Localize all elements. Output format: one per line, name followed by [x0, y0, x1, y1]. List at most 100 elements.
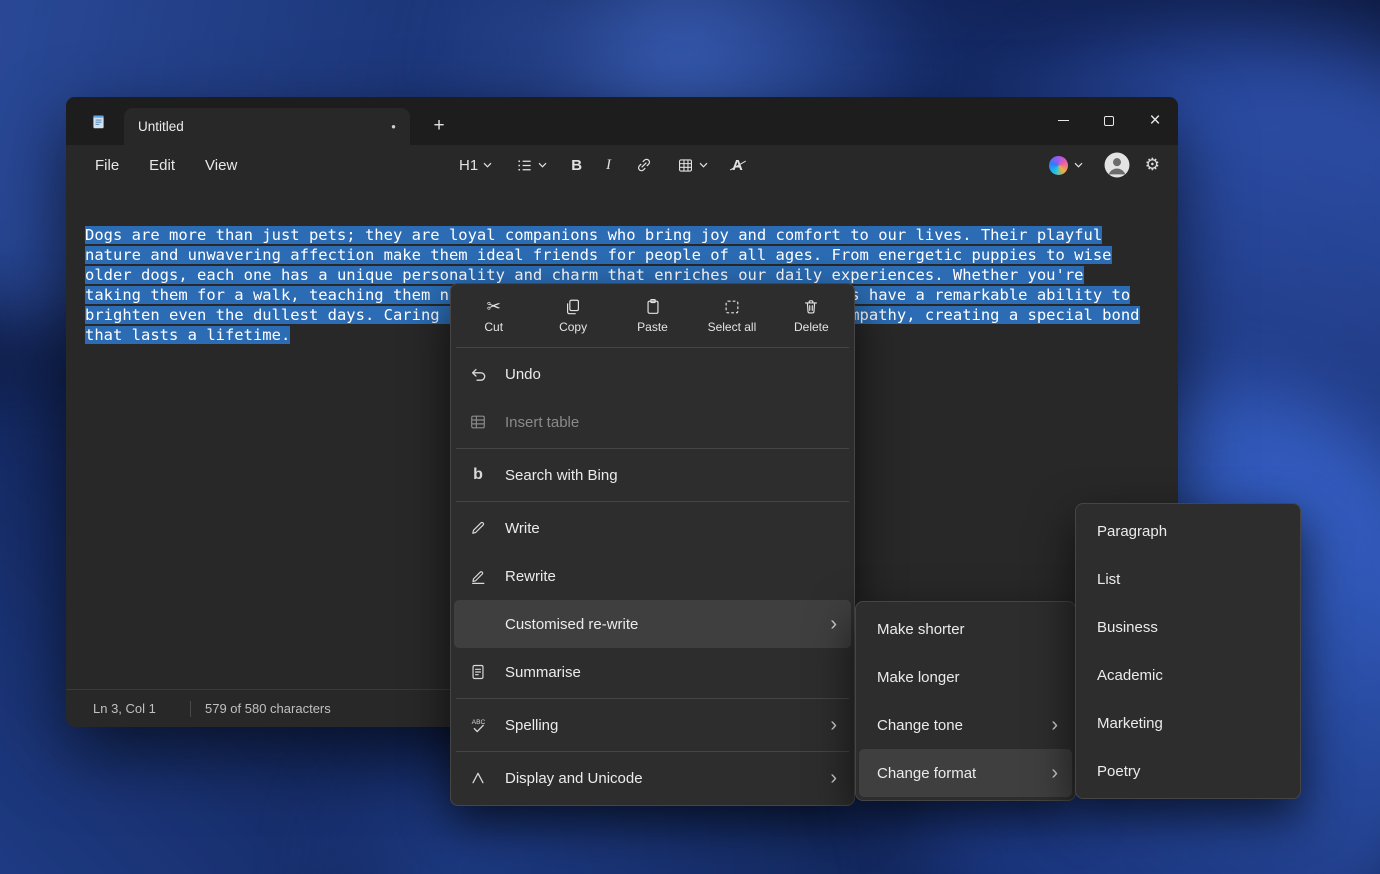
paste-button[interactable]: Paste: [613, 287, 692, 345]
bold-icon: B: [571, 157, 582, 174]
heading-label: H1: [459, 157, 478, 174]
menu-item-search-with-bing[interactable]: b Search with Bing: [454, 451, 851, 499]
chevron-down-icon: [483, 162, 492, 168]
list-style-button[interactable]: [510, 152, 553, 179]
menu-item-customised-rewrite[interactable]: Customised re-write ›: [454, 600, 851, 648]
status-divider: [190, 701, 191, 717]
insert-link-button[interactable]: [629, 151, 659, 179]
menu-divider: [456, 698, 849, 699]
tab-title: Untitled: [138, 119, 391, 134]
menu-item-list[interactable]: List: [1079, 555, 1297, 603]
format-submenu: Paragraph List Business Academic Marketi…: [1075, 503, 1301, 799]
table-icon: [468, 413, 488, 431]
menu-file[interactable]: File: [82, 151, 132, 180]
select-all-icon: [723, 298, 741, 316]
menu-item-academic[interactable]: Academic: [1079, 651, 1297, 699]
table-icon: [677, 157, 694, 174]
cut-button[interactable]: ✂ Cut: [454, 287, 533, 345]
menu-item-change-format[interactable]: Change format ›: [859, 749, 1072, 797]
minimize-icon: [1058, 120, 1069, 121]
italic-button[interactable]: I: [600, 152, 617, 179]
submenu-chevron-icon: ›: [1051, 715, 1058, 735]
menu-item-poetry[interactable]: Poetry: [1079, 747, 1297, 795]
tab-untitled[interactable]: Untitled ●: [124, 108, 410, 145]
insert-table-button[interactable]: [671, 152, 714, 179]
clear-formatting-icon: A: [732, 157, 743, 174]
editor-line: nature and unwavering affection make the…: [85, 245, 1178, 265]
maximize-icon: [1104, 116, 1114, 126]
toolbar-right: ⚙: [1043, 145, 1160, 185]
summary-page-icon: [468, 663, 488, 681]
heading-style-button[interactable]: H1: [453, 152, 498, 179]
rewrite-submenu: Make shorter Make longer Change tone › C…: [855, 601, 1076, 801]
close-icon: ×: [1149, 111, 1160, 130]
menu-item-make-shorter[interactable]: Make shorter: [859, 605, 1072, 653]
menu-item-spelling[interactable]: ABC Spelling ›: [454, 701, 851, 749]
toolbar: File Edit View H1 B: [66, 145, 1178, 185]
copilot-button[interactable]: [1043, 152, 1089, 179]
clear-formatting-button[interactable]: A: [726, 152, 749, 179]
menu-item-undo[interactable]: Undo: [454, 350, 851, 398]
menu-item-paragraph[interactable]: Paragraph: [1079, 507, 1297, 555]
context-menu: ✂ Cut Copy Paste: [450, 283, 855, 806]
menu-item-write[interactable]: Write: [454, 504, 851, 552]
bold-button[interactable]: B: [565, 152, 588, 179]
copy-icon: [564, 298, 582, 316]
menu-item-rewrite[interactable]: Rewrite: [454, 552, 851, 600]
chevron-down-icon: [1074, 162, 1083, 168]
submenu-chevron-icon: ›: [830, 715, 837, 735]
close-button[interactable]: ×: [1132, 97, 1178, 144]
menu-item-summarise[interactable]: Summarise: [454, 648, 851, 696]
minimize-button[interactable]: [1040, 97, 1086, 144]
chevron-down-icon: [699, 162, 708, 168]
formatting-toolbar: H1 B I: [453, 145, 749, 185]
menu-item-insert-table: Insert table: [454, 398, 851, 446]
menu-divider: [456, 347, 849, 348]
new-tab-button[interactable]: +: [424, 111, 454, 141]
cut-icon: ✂: [487, 298, 501, 316]
status-char-count: 579 of 580 characters: [205, 701, 443, 716]
account-button[interactable]: [1104, 152, 1130, 178]
copy-button[interactable]: Copy: [533, 287, 612, 345]
menu-divider: [456, 448, 849, 449]
chevron-down-icon: [538, 162, 547, 168]
copilot-icon: [1049, 156, 1068, 175]
notepad-app-icon: [90, 113, 107, 130]
submenu-chevron-icon: ›: [830, 768, 837, 788]
status-line-col: Ln 3, Col 1: [93, 701, 176, 716]
bullet-list-icon: [516, 157, 533, 174]
select-all-button[interactable]: Select all: [692, 287, 771, 345]
menu-item-change-tone[interactable]: Change tone ›: [859, 701, 1072, 749]
link-icon: [635, 156, 653, 174]
undo-icon: [468, 365, 488, 384]
editor-line: older dogs, each one has a unique person…: [85, 265, 1178, 285]
avatar-icon: [1104, 152, 1130, 178]
window-controls: ×: [1040, 97, 1178, 145]
italic-icon: I: [606, 157, 611, 174]
title-bar[interactable]: Untitled ● + ×: [66, 97, 1178, 145]
menu-item-display-unicode[interactable]: Display and Unicode ›: [454, 754, 851, 802]
editor-line: Dogs are more than just pets; they are l…: [85, 225, 1178, 245]
menu-item-make-longer[interactable]: Make longer: [859, 653, 1072, 701]
unsaved-indicator-icon: ●: [391, 122, 396, 131]
bing-icon: b: [468, 466, 488, 484]
caret-lambda-icon: [468, 769, 488, 787]
desktop: Untitled ● + × File Edit View H1: [0, 0, 1380, 874]
quick-actions-row: ✂ Cut Copy Paste: [454, 287, 851, 345]
paste-icon: [644, 298, 662, 316]
spelling-abc-icon: ABC: [468, 716, 488, 735]
menu-item-marketing[interactable]: Marketing: [1079, 699, 1297, 747]
maximize-button[interactable]: [1086, 97, 1132, 144]
delete-icon: [802, 298, 820, 316]
delete-button[interactable]: Delete: [772, 287, 851, 345]
menu-bar: File Edit View: [82, 145, 250, 185]
menu-item-business[interactable]: Business: [1079, 603, 1297, 651]
settings-button[interactable]: ⚙: [1145, 155, 1160, 175]
submenu-chevron-icon: ›: [830, 614, 837, 634]
submenu-chevron-icon: ›: [1051, 763, 1058, 783]
menu-view[interactable]: View: [192, 151, 250, 180]
menu-edit[interactable]: Edit: [136, 151, 188, 180]
pen-line-icon: [468, 567, 488, 585]
menu-divider: [456, 751, 849, 752]
menu-divider: [456, 501, 849, 502]
